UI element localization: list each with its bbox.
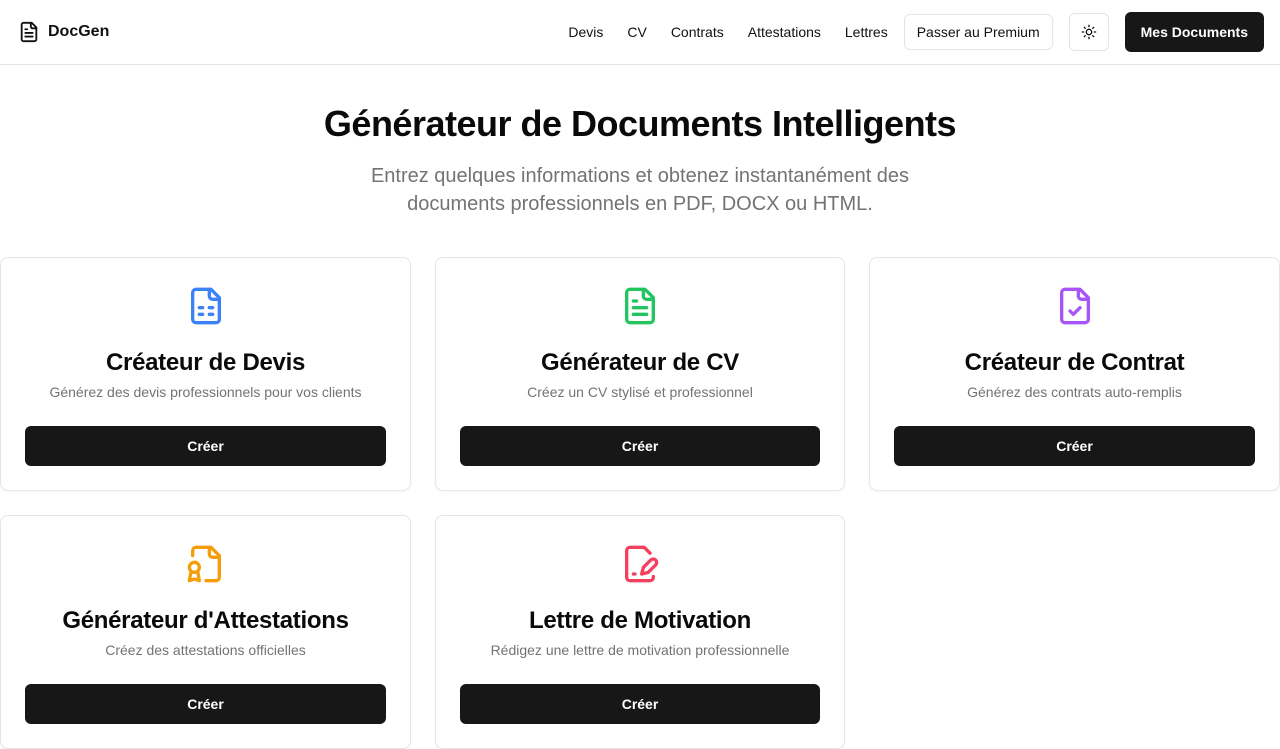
create-devis-button[interactable]: Créer: [25, 426, 386, 466]
page-subtitle: Entrez quelques informations et obtenez …: [370, 165, 910, 215]
brand-name: DocGen: [48, 23, 110, 40]
card-title: Lettre de Motivation: [528, 607, 751, 634]
my-documents-button[interactable]: Mes Documents: [1124, 12, 1264, 52]
card-contrat: Créateur de Contrat Générez des contrats…: [869, 257, 1280, 491]
page-title: Générateur de Documents Intelligents: [323, 103, 957, 144]
card-attestations: Générateur d'Attestations Créez des atte…: [0, 515, 411, 749]
nav-link-cv[interactable]: CV: [615, 24, 658, 40]
file-signature-icon: [620, 542, 660, 586]
card-description: Créez un CV stylisé et professionnel: [527, 384, 753, 400]
card-description: Générez des devis professionnels pour vo…: [49, 384, 362, 400]
card-lettre: Lettre de Motivation Rédigez une lettre …: [435, 515, 845, 749]
card-devis: Créateur de Devis Générez des devis prof…: [0, 257, 411, 491]
file-check-icon: [1055, 284, 1095, 328]
create-contrat-button[interactable]: Créer: [894, 426, 1255, 466]
file-spreadsheet-icon: [186, 284, 226, 328]
create-cv-button[interactable]: Créer: [460, 426, 820, 466]
file-badge-icon: [186, 542, 226, 586]
card-description: Générez des contrats auto-remplis: [967, 384, 1182, 400]
theme-toggle-button[interactable]: [1068, 13, 1109, 51]
nav-link-contrats[interactable]: Contrats: [659, 24, 736, 40]
sun-icon: [1081, 24, 1097, 40]
nav-link-lettres[interactable]: Lettres: [833, 24, 900, 40]
nav-link-attestations[interactable]: Attestations: [736, 24, 833, 40]
card-cv: Générateur de CV Créez un CV stylisé et …: [435, 257, 845, 491]
file-text-icon: [620, 284, 660, 328]
card-title: Créateur de Contrat: [964, 349, 1185, 376]
file-text-icon: [18, 21, 40, 43]
create-attestation-button[interactable]: Créer: [25, 684, 386, 724]
create-lettre-button[interactable]: Créer: [460, 684, 820, 724]
premium-button[interactable]: Passer au Premium: [903, 14, 1053, 50]
card-description: Créez des attestations officielles: [105, 642, 306, 658]
card-title: Générateur d'Attestations: [62, 607, 349, 634]
card-description: Rédigez une lettre de motivation profess…: [490, 642, 790, 658]
card-title: Créateur de Devis: [106, 349, 305, 376]
top-navbar: DocGen Devis CV Contrats Attestations Le…: [0, 0, 1280, 65]
main-nav: Devis CV Contrats Attestations Lettres P…: [568, 12, 1264, 52]
card-title: Générateur de CV: [541, 349, 739, 376]
nav-link-devis[interactable]: Devis: [568, 24, 615, 40]
brand-logo[interactable]: DocGen: [18, 21, 109, 43]
